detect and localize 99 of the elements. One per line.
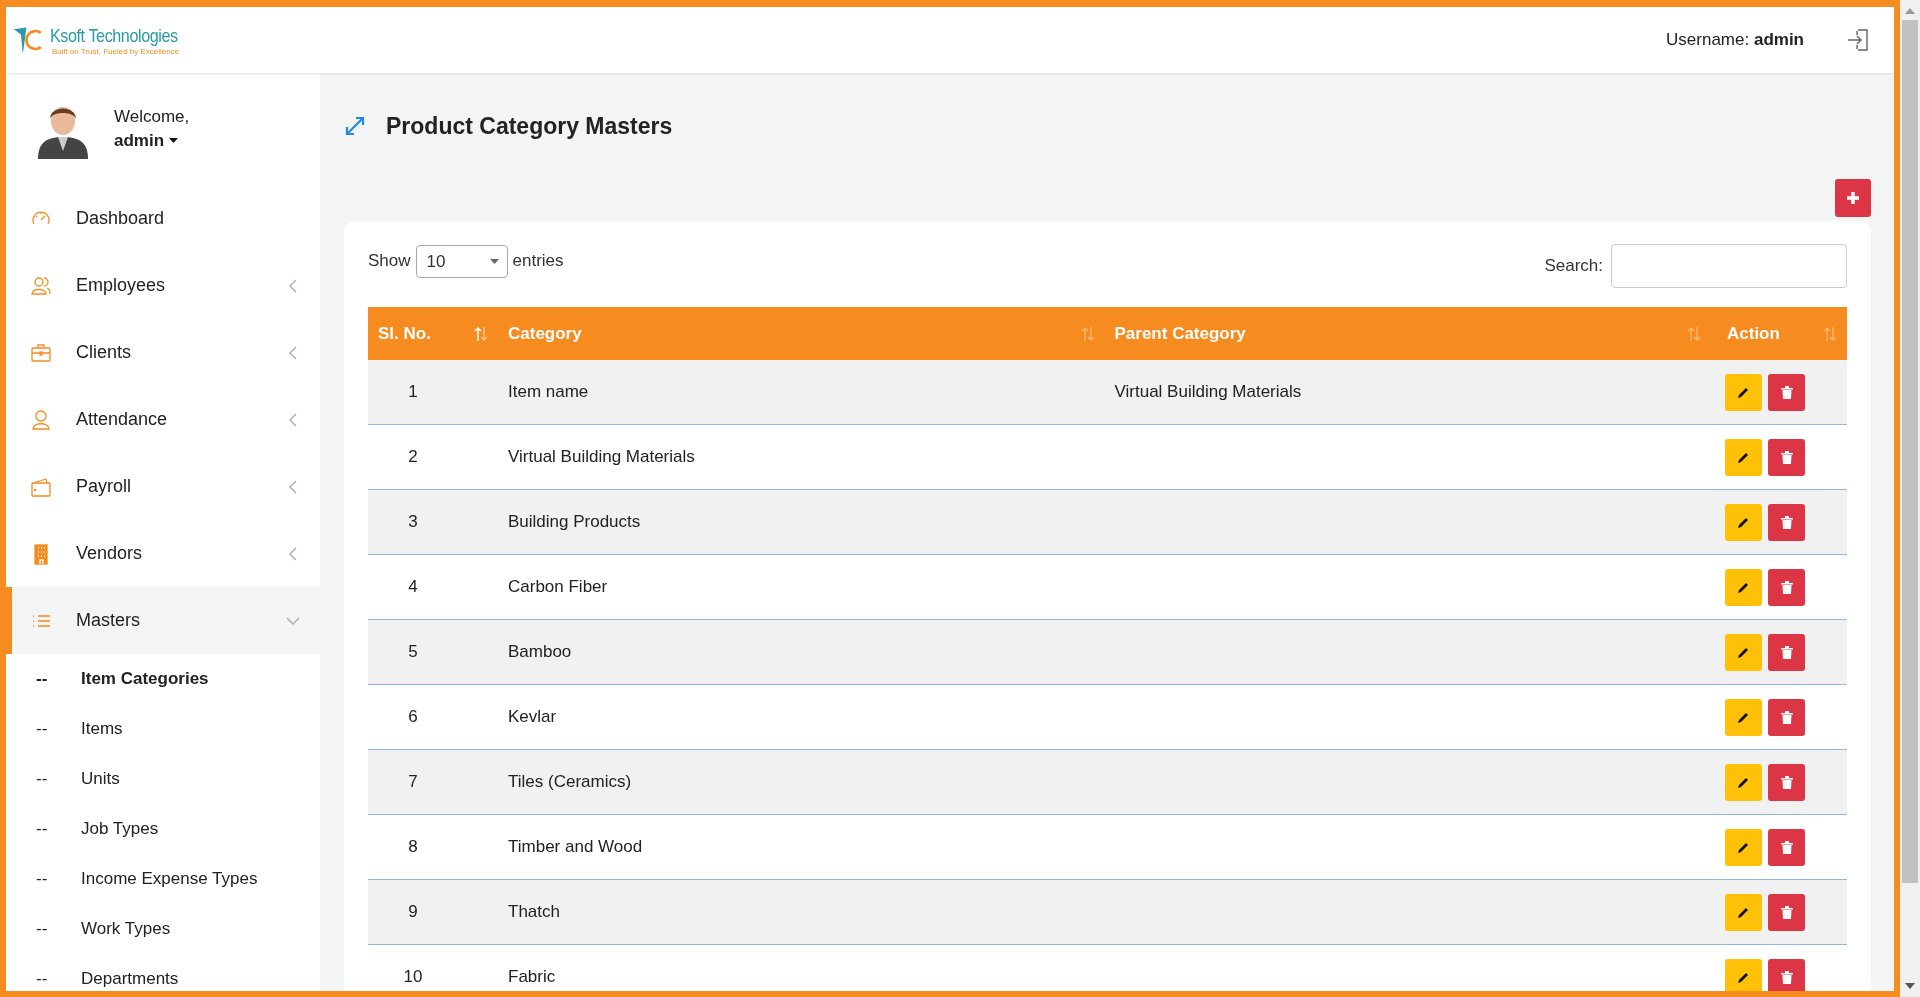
row-number: 7 — [408, 772, 418, 791]
delete-button[interactable] — [1768, 763, 1805, 801]
table-cell: Virtual Building Materials — [508, 447, 695, 466]
scroll-down-icon[interactable] — [1905, 983, 1915, 989]
trash-icon — [1780, 710, 1793, 724]
delete-button[interactable] — [1768, 958, 1805, 991]
welcome-text: Welcome, — [114, 107, 190, 127]
add-button[interactable] — [1835, 179, 1871, 217]
nav-item[interactable]: Payroll — [6, 453, 320, 520]
trash-icon — [1780, 840, 1793, 854]
edit-button[interactable] — [1725, 958, 1762, 991]
entries-label: entries — [512, 251, 564, 271]
row-number: 1 — [408, 382, 418, 401]
delete-button[interactable] — [1768, 633, 1805, 671]
row-number: 5 — [408, 642, 418, 661]
delete-button[interactable] — [1768, 373, 1805, 411]
page-title: Product Category Masters — [386, 112, 673, 140]
logo-name: Ksoft Technologies — [50, 24, 178, 47]
row-number: 6 — [408, 707, 418, 726]
table-cell: Virtual Building Materials — [1114, 382, 1302, 401]
plus-icon — [1846, 191, 1860, 205]
users-icon — [30, 274, 52, 297]
trash-icon — [1780, 775, 1793, 789]
pencil-icon — [1737, 970, 1750, 984]
trash-icon — [1780, 645, 1793, 659]
delete-button[interactable] — [1768, 893, 1805, 931]
caret-icon — [169, 138, 179, 144]
row-number: 8 — [408, 837, 418, 856]
edit-button[interactable] — [1725, 373, 1762, 411]
edit-button[interactable] — [1725, 893, 1762, 931]
table-cell: Thatch — [508, 902, 560, 921]
nav-item[interactable]: Dashboard — [6, 185, 320, 252]
row-number: 9 — [408, 902, 418, 921]
pencil-icon — [1737, 775, 1750, 789]
delete-button[interactable] — [1768, 828, 1805, 866]
table-cell: Timber and Wood — [508, 837, 643, 856]
trash-icon — [1780, 385, 1793, 399]
pencil-icon — [1737, 710, 1750, 724]
user-icon — [30, 408, 52, 431]
delete-button[interactable] — [1768, 438, 1805, 476]
table-cell: Tiles (Ceramics) — [508, 772, 632, 791]
pencil-icon — [1737, 450, 1750, 464]
edit-button[interactable] — [1725, 763, 1762, 801]
pencil-icon — [1737, 580, 1750, 594]
submenu-item[interactable]: -- Items — [6, 704, 320, 754]
trash-icon — [1780, 515, 1793, 529]
edit-button[interactable] — [1725, 503, 1762, 541]
edit-button[interactable] — [1725, 828, 1762, 866]
trash-icon — [1780, 970, 1793, 984]
nav-item[interactable]: Clients — [6, 319, 320, 386]
nav-item[interactable]: Attendance — [6, 386, 320, 453]
edit-button[interactable] — [1725, 633, 1762, 671]
logout-icon[interactable] — [1846, 28, 1870, 52]
row-number: 2 — [408, 447, 418, 466]
pencil-icon — [1737, 645, 1750, 659]
table-cell: Bamboo — [508, 642, 572, 661]
user-menu[interactable]: admin — [114, 131, 190, 151]
trash-icon — [1780, 580, 1793, 594]
pencil-icon — [1737, 385, 1750, 399]
search-label: Search: — [1544, 256, 1603, 276]
search-field[interactable] — [1611, 244, 1847, 288]
table-cell: Carbon Fiber — [508, 577, 608, 596]
row-number: 10 — [403, 967, 423, 986]
caret-icon — [489, 259, 499, 265]
logo-tagline: Built on Trust, Fueled by Excellence — [52, 46, 181, 56]
pencil-icon — [1737, 840, 1750, 854]
edit-button[interactable] — [1725, 698, 1762, 736]
pencil-icon — [1737, 905, 1750, 919]
delete-button[interactable] — [1768, 503, 1805, 541]
scrollbar[interactable] — [1900, 0, 1920, 997]
submenu-item[interactable]: -- Work Types — [6, 904, 320, 954]
nav-item[interactable]: Masters — [6, 587, 320, 654]
submenu-item[interactable]: -- Item Categories — [6, 654, 320, 704]
page-size-select[interactable]: 10 — [415, 244, 508, 278]
table-cell: Fabric — [508, 967, 556, 986]
submenu-item[interactable]: -- Income Expense Types — [6, 854, 320, 904]
row-number: 3 — [408, 512, 418, 531]
scroll-up-icon[interactable] — [1905, 8, 1915, 14]
submenu-item[interactable]: -- Job Types — [6, 804, 320, 854]
wallet-icon — [30, 475, 52, 498]
submenu-item[interactable]: -- Units — [6, 754, 320, 804]
table-cell: Kevlar — [508, 707, 557, 726]
expand-icon[interactable] — [344, 115, 366, 137]
table-cell: Building Products — [508, 512, 641, 531]
nav-item[interactable]: Vendors — [6, 520, 320, 587]
edit-button[interactable] — [1725, 438, 1762, 476]
edit-button[interactable] — [1725, 568, 1762, 606]
table-cell: Item name — [508, 382, 589, 401]
delete-button[interactable] — [1768, 568, 1805, 606]
trash-icon — [1780, 905, 1793, 919]
username-label: Username: admin — [1666, 30, 1804, 50]
pencil-icon — [1737, 515, 1750, 529]
delete-button[interactable] — [1768, 698, 1805, 736]
trash-icon — [1780, 450, 1793, 464]
submenu-item[interactable]: -- Departments — [6, 954, 320, 991]
briefcase-icon — [30, 341, 52, 364]
show-label: Show — [368, 251, 411, 271]
row-number: 4 — [408, 577, 418, 596]
nav-item[interactable]: Employees — [6, 252, 320, 319]
